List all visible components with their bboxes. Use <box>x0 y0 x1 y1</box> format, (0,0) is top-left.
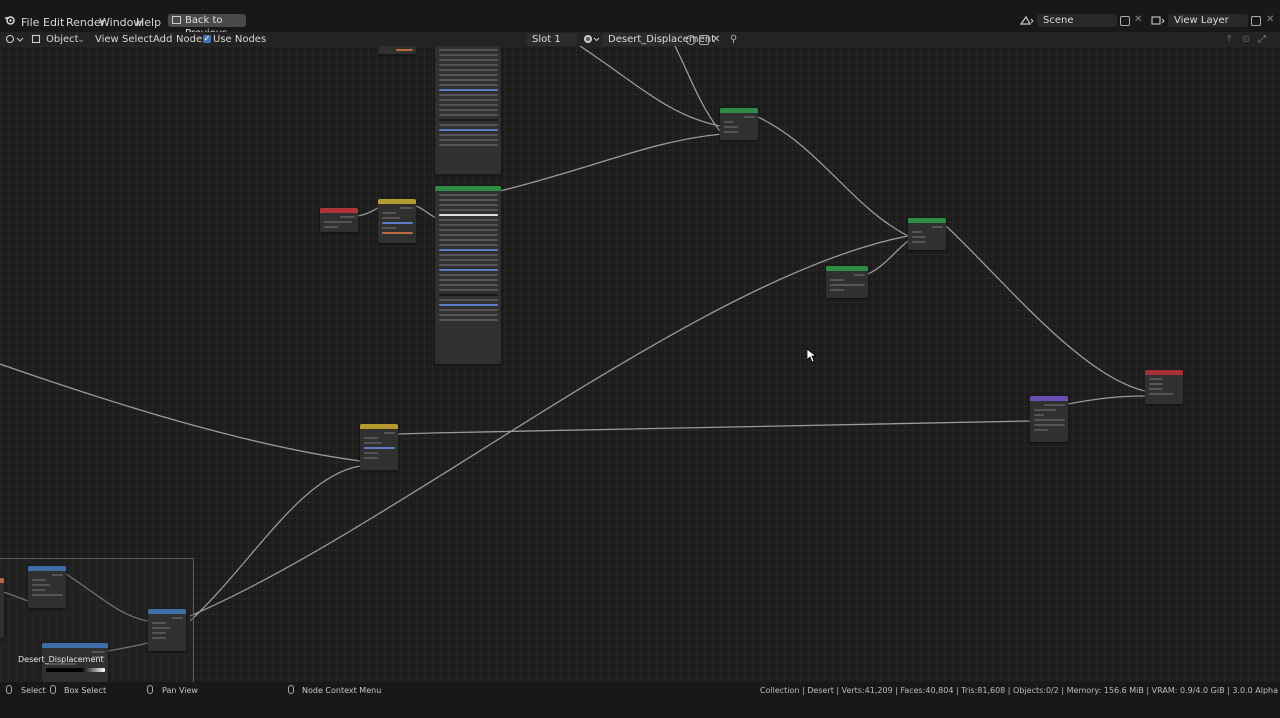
principled-bsdf-node-top[interactable] <box>435 46 501 174</box>
principled-bsdf-node[interactable] <box>435 186 501 364</box>
material-browse-icon[interactable] <box>583 34 601 44</box>
screen-icon <box>172 16 181 24</box>
menu-edit[interactable]: Edit <box>43 16 64 29</box>
view-layer-icon[interactable] <box>1151 15 1165 26</box>
color-node-top[interactable] <box>378 46 416 54</box>
material-name-field[interactable]: Desert_Displacement <box>602 33 715 46</box>
pan-mouse-icon <box>147 685 153 694</box>
use-nodes-checkbox[interactable]: ✓ <box>203 35 211 43</box>
status-select: Select <box>21 686 46 695</box>
new-view-layer-icon[interactable] <box>1251 16 1261 26</box>
menu-help[interactable]: Help <box>136 16 161 29</box>
maximize-icon[interactable]: ⤢ <box>1258 33 1266 46</box>
displacement-node[interactable] <box>1030 396 1068 442</box>
overlay-icon[interactable]: ⊙ <box>1242 33 1250 46</box>
right-mouse-icon <box>288 685 294 694</box>
top-menubar: File Edit Render Window Help Back to Pre… <box>0 0 1280 39</box>
menu-file[interactable]: File <box>21 16 39 29</box>
mix-node-mid[interactable] <box>360 424 398 470</box>
mix-shader-node[interactable] <box>908 218 946 250</box>
scene-icon[interactable] <box>1020 15 1034 26</box>
left-mouse-icon <box>6 685 12 694</box>
mix-shader-node-top[interactable] <box>720 108 758 140</box>
mouse-cursor-icon <box>807 349 817 363</box>
duplicate-material-icon[interactable] <box>699 35 709 45</box>
status-box-select: Box Select <box>64 686 107 695</box>
status-bar: Select Box Select Pan View Node Context … <box>0 682 1280 718</box>
view-layer-field[interactable]: View Layer <box>1168 14 1248 27</box>
mode-dropdown[interactable]: Object <box>46 33 79 46</box>
use-nodes-label: Use Nodes <box>213 34 267 45</box>
status-context-menu: Node Context Menu <box>302 686 382 695</box>
middle-mouse-icon <box>50 685 56 694</box>
pin-icon[interactable]: ⚲ <box>730 33 737 46</box>
slot-label: Slot 1 <box>532 34 561 45</box>
unlink-material-icon[interactable]: ✕ <box>712 33 720 46</box>
menu-view[interactable]: View <box>95 33 119 46</box>
status-pan-view: Pan View <box>162 686 198 695</box>
remove-scene-icon[interactable]: ✕ <box>1134 14 1142 25</box>
scene-name: Scene <box>1043 15 1074 26</box>
partial-node-frame[interactable] <box>0 578 4 638</box>
frame-label: Desert_Displacement <box>18 655 104 664</box>
menu-select[interactable]: Select <box>122 33 153 46</box>
sidebar-toggle-icon[interactable]: ⤒ <box>1227 33 1231 46</box>
editor-type-icon[interactable] <box>5 34 25 44</box>
math-node-frame-a[interactable] <box>28 566 66 608</box>
mix-rgb-node[interactable] <box>378 199 416 243</box>
fake-user-shield-icon[interactable] <box>686 35 696 45</box>
scene-statistics: Collection | Desert | Verts:41,209 | Fac… <box>759 686 1278 695</box>
math-node-frame-b[interactable] <box>148 609 186 651</box>
object-mode-icon <box>31 34 41 44</box>
fresnel-node[interactable] <box>320 208 358 232</box>
scene-field[interactable]: Scene <box>1037 14 1117 27</box>
glossy-bsdf-node[interactable] <box>826 266 868 298</box>
material-output-node[interactable] <box>1145 370 1183 404</box>
menu-node[interactable]: Node <box>176 33 202 46</box>
blender-logo-icon[interactable] <box>4 14 16 26</box>
slot-dropdown[interactable]: Slot 1 <box>526 33 577 46</box>
node-editor-header: Object ⌄ View Select Add Node Use Nodes … <box>0 32 1280 46</box>
remove-view-layer-icon[interactable]: ✕ <box>1266 14 1274 25</box>
new-scene-icon[interactable] <box>1120 16 1130 26</box>
view-layer-name: View Layer <box>1174 15 1229 26</box>
menu-add[interactable]: Add <box>153 33 172 46</box>
node-editor-canvas[interactable]: Desert_Displacement <box>0 46 1280 682</box>
chevron-down-icon: ⌄ <box>77 34 86 45</box>
back-to-previous-button[interactable]: Back to Previous <box>168 14 246 39</box>
